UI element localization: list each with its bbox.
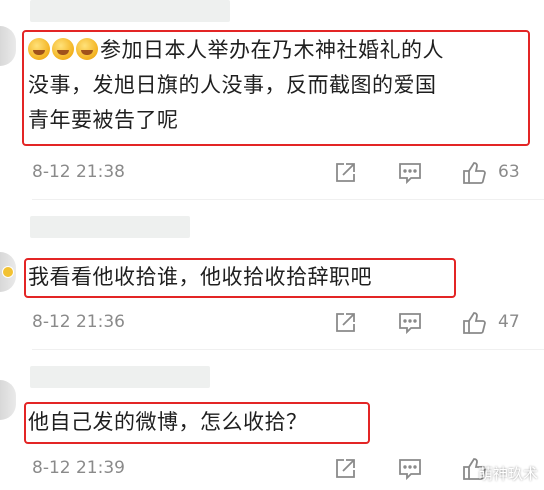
comment-line-1: 他自己发的微博，怎么收拾？	[28, 410, 308, 434]
comment-meta: 8-12 21:38 63	[0, 158, 544, 188]
comment-text: 我看看他收拾谁，他收拾收拾辞职吧	[28, 260, 372, 295]
emoji-icon	[52, 38, 74, 60]
avatar[interactable]	[0, 26, 16, 66]
comment-3: 他自己发的微博，怎么收拾？ 8-12 21:39	[0, 350, 544, 490]
comment-text: 他自己发的微博，怎么收拾？	[28, 405, 308, 440]
comment-1: 参加日本人举办在乃木神社婚礼的人 没事，发旭日旗的人没事，反而截图的爱国 青年要…	[0, 0, 544, 200]
timestamp: 8-12 21:38	[32, 162, 125, 182]
thumbs-up-icon[interactable]	[461, 160, 487, 186]
reply-comment-icon[interactable]	[397, 456, 423, 482]
blurred-username	[30, 0, 230, 22]
share-icon[interactable]	[332, 456, 358, 482]
thumbs-up-icon[interactable]	[461, 310, 487, 336]
share-icon[interactable]	[332, 310, 358, 336]
blurred-username	[30, 216, 190, 238]
comment-2: 我看看他收拾谁，他收拾收拾辞职吧 8-12 21:36 47	[0, 200, 544, 350]
reply-comment-icon[interactable]	[397, 310, 423, 336]
comment-text: 参加日本人举办在乃木神社婚礼的人 没事，发旭日旗的人没事，反而截图的爱国 青年要…	[28, 33, 444, 138]
avatar[interactable]	[0, 380, 16, 420]
like-count: 47	[498, 312, 520, 332]
watermark: 萌神玖术	[477, 465, 538, 483]
comment-meta: 8-12 21:36 47	[0, 308, 544, 338]
timestamp: 8-12 21:36	[32, 312, 125, 332]
comment-line-3: 青年要被告了呢	[28, 108, 179, 132]
share-icon[interactable]	[332, 160, 358, 186]
timestamp: 8-12 21:39	[32, 458, 125, 478]
comment-line-1: 我看看他收拾谁，他收拾收拾辞职吧	[28, 265, 372, 289]
comment-meta: 8-12 21:39	[0, 454, 544, 484]
comment-line-1: 参加日本人举办在乃木神社婚礼的人	[28, 33, 444, 68]
comment-line-2: 没事，发旭日旗的人没事，反而截图的爱国	[28, 73, 437, 97]
avatar[interactable]	[0, 252, 16, 292]
emoji-icon	[28, 38, 50, 60]
emoji-icon	[76, 38, 98, 60]
like-count: 63	[498, 162, 520, 182]
reply-comment-icon[interactable]	[397, 160, 423, 186]
blurred-username	[30, 366, 210, 388]
